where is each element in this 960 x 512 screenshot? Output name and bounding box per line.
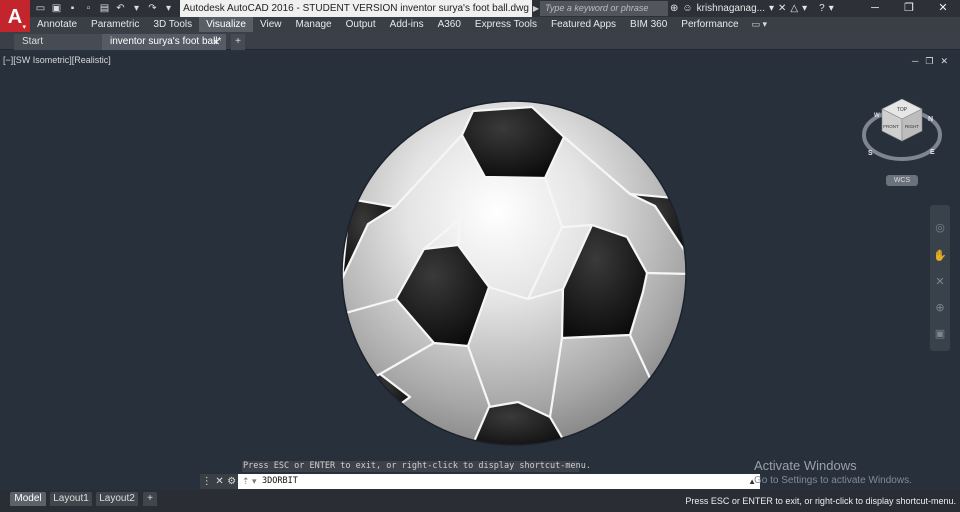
search-input[interactable]: Type a keyword or phrase [540,1,668,16]
tab-express-tools[interactable]: Express Tools [468,17,544,32]
tab-output[interactable]: Output [339,17,383,32]
open-folder-icon[interactable]: ▣ [50,2,63,15]
viewcube[interactable]: TOP FRONT RIGHT N S E W [860,93,944,213]
new-tab-button[interactable]: + [231,34,245,50]
user-icon[interactable]: ☺ [682,3,692,14]
file-tab-label: inventor surya's foot ball* [110,36,222,47]
compass-e-label[interactable]: E [930,149,935,156]
layout-tab-layout2[interactable]: Layout2 [96,492,138,506]
save-icon[interactable]: ▪ [66,2,79,15]
user-area: ⊕ ☺ krishnaganag... ▾ ✕ △ ▾ ? ▾ [670,0,834,17]
command-history: Press ESC or ENTER to exit, or right-cli… [242,461,591,472]
zoom-icon[interactable]: ✕ [933,275,947,289]
autocad-logo-icon: A [7,5,23,28]
tab-3d-tools[interactable]: 3D Tools [146,17,199,32]
binoculars-icon[interactable]: ⊕ [670,3,678,14]
minimize-icon[interactable]: ─ [858,0,892,17]
redo-icon[interactable]: ↷ [146,2,159,15]
close-tab-icon[interactable]: ✕ [212,34,220,50]
tab-view[interactable]: View [253,17,289,32]
tab-annotate[interactable]: Annotate [30,17,84,32]
file-tab-document[interactable]: inventor surya's foot ball* ✕ [102,34,226,50]
save-as-icon[interactable]: ▫ [82,2,95,15]
compass-w-label[interactable]: W [874,113,880,119]
activate-windows-title: Activate Windows [754,458,857,473]
new-file-icon[interactable]: ▭ [34,2,47,15]
autocad-window: ▭ ▣ ▪ ▫ ▤ ↶ ▾ ↷ ▾ ▾ Autodesk AutoCAD 201… [0,0,960,512]
undo-icon[interactable]: ↶ [114,2,127,15]
viewport-close-icon[interactable]: ✕ [940,56,948,67]
viewport-restore-icon[interactable]: ❐ [925,56,933,67]
window-controls: ─ ❐ ✕ [858,0,960,17]
drawing-viewport[interactable]: [−][SW Isometric][Realistic] ─ ❐ ✕ TOP F… [0,51,960,490]
help-icon[interactable]: ? [819,3,825,14]
redo-dropdown-icon[interactable]: ▾ [162,2,175,15]
steering-wheel-icon[interactable]: ◎ [933,221,947,235]
restore-icon[interactable]: ❐ [892,0,926,17]
viewcube-top-face[interactable]: TOP [897,107,908,113]
status-bar: Model Layout1 Layout2 + Press ESC or ENT… [0,490,960,512]
tab-add-ins[interactable]: Add-ins [383,17,431,32]
ribbon-tabs: Annotate Parametric 3D Tools Visualize V… [30,17,960,32]
exchange-icon[interactable]: ✕ [778,3,786,14]
app-menu-dropdown-icon: ▾ [22,24,26,31]
close-command-icon[interactable]: ✕ [215,476,223,487]
help-dropdown-icon[interactable]: ▾ [829,3,834,14]
pan-icon[interactable]: ✋ [933,249,947,263]
file-tabs: Start inventor surya's foot ball* ✕ + [0,32,960,50]
tab-manage[interactable]: Manage [288,17,338,32]
tab-featured-apps[interactable]: Featured Apps [544,17,623,32]
a360-icon[interactable]: △ [790,3,798,14]
viewport-controls-label[interactable]: [−][SW Isometric][Realistic] [3,55,111,65]
a360-dropdown-icon[interactable]: ▾ [802,3,807,14]
viewport-window-controls: ─ ❐ ✕ [912,56,948,67]
activate-windows-subtitle: Go to Settings to activate Windows. [754,475,912,486]
command-line: ⋮ ✕ ⚙ ⇡ ▾ 3DORBIT ▲ [200,474,760,489]
showmotion-icon[interactable]: ▣ [933,327,947,341]
soccer-ball-model [341,100,687,446]
print-icon[interactable]: ▤ [98,2,111,15]
customize-icon[interactable]: ⚙ [227,476,236,487]
add-layout-button[interactable]: + [143,492,157,506]
layout-tab-layout1[interactable]: Layout1 [50,492,92,506]
navigation-bar: ◎ ✋ ✕ ⊕ ▣ [930,205,950,351]
window-title: Autodesk AutoCAD 2016 - STUDENT VERSION … [180,0,532,17]
viewcube-front-face[interactable]: FRONT [883,124,899,129]
tab-a360[interactable]: A360 [431,17,468,32]
wcs-menu[interactable]: WCS [886,175,918,186]
undo-dropdown-icon[interactable]: ▾ [130,2,143,15]
tab-visualize[interactable]: Visualize [199,17,253,32]
command-input[interactable]: 3DORBIT [262,474,298,489]
close-icon[interactable]: ✕ [926,0,960,17]
status-message: Press ESC or ENTER to exit, or right-cli… [685,496,956,506]
ribbon-minimize-icon[interactable]: ▭ ▾ [752,19,768,30]
compass-s-label[interactable]: S [868,150,873,157]
file-tab-start[interactable]: Start [14,34,102,50]
search-expand-icon[interactable]: ▶ [532,1,540,16]
tab-performance[interactable]: Performance [674,17,745,32]
application-menu-button[interactable]: A ▾ [0,0,30,34]
quick-access-toolbar: ▭ ▣ ▪ ▫ ▤ ↶ ▾ ↷ ▾ ▾ [34,1,191,16]
viewcube-right-face[interactable]: RIGHT [905,124,919,129]
grip-handle-icon[interactable]: ⋮ [202,476,212,487]
user-dropdown-icon[interactable]: ▾ [769,3,774,14]
username-label[interactable]: krishnaganag... [697,3,765,14]
viewport-minimize-icon[interactable]: ─ [912,56,918,67]
layout-tab-model[interactable]: Model [10,492,46,506]
command-prompt-icon[interactable]: ⇡ ▾ [242,474,257,489]
tab-bim-360[interactable]: BIM 360 [623,17,674,32]
compass-n-label[interactable]: N [928,116,933,123]
file-tab-label: Start [22,36,44,47]
orbit-icon[interactable]: ⊕ [933,301,947,315]
tab-parametric[interactable]: Parametric [84,17,146,32]
command-line-tools: ⋮ ✕ ⚙ [200,474,238,489]
title-bar: ▭ ▣ ▪ ▫ ▤ ↶ ▾ ↷ ▾ ▾ Autodesk AutoCAD 201… [0,0,960,17]
